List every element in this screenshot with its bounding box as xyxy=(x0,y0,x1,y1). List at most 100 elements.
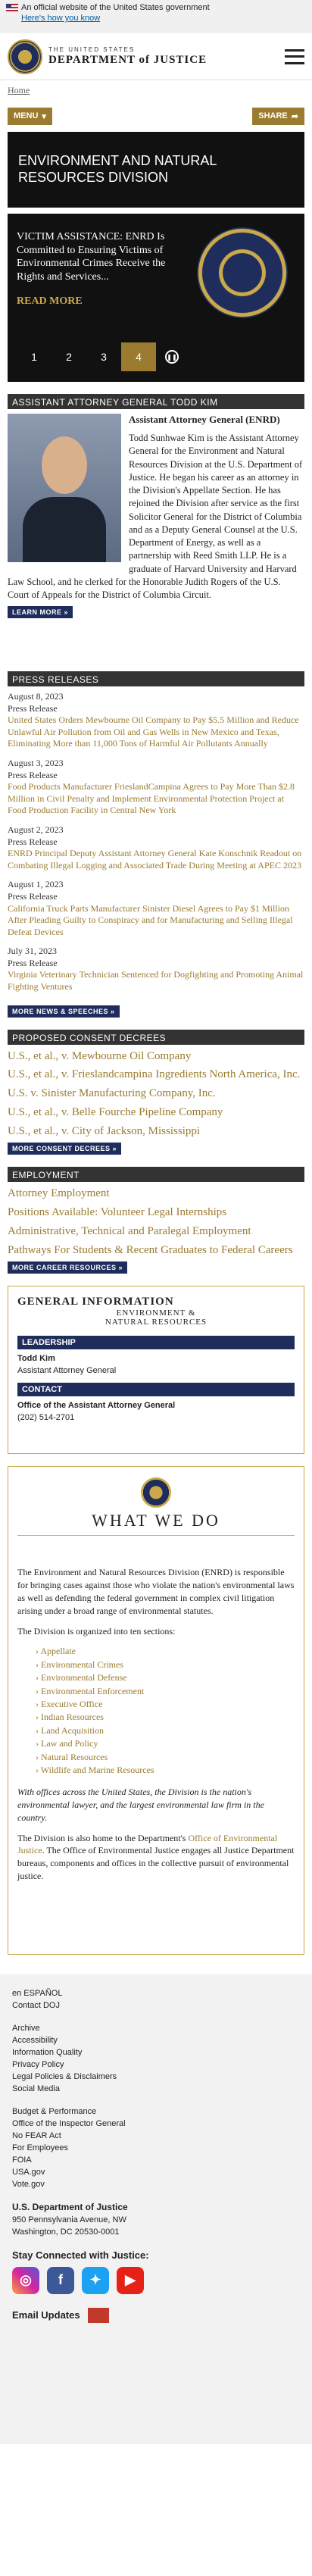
hero-seal-image xyxy=(197,227,288,318)
pager-item[interactable]: 2 xyxy=(51,342,86,371)
press-date: August 3, 2023 xyxy=(8,757,64,768)
what-we-do-p2: The Division is organized into ten secti… xyxy=(17,1625,176,1637)
what-we-do-seal xyxy=(141,1477,171,1508)
footer-link[interactable]: Legal Policies & Disclaimers xyxy=(12,2071,300,2084)
footer-link[interactable]: FOIA xyxy=(12,2155,300,2167)
footer-link[interactable]: For Employees xyxy=(12,2143,300,2155)
hamburger-icon[interactable] xyxy=(285,48,304,64)
footer-link[interactable]: No FEAR Act xyxy=(12,2131,300,2143)
press-item: August 1, 2023 Press Release California Tr… xyxy=(8,879,304,938)
learn-more-button[interactable]: LEARN MORE » xyxy=(8,606,73,619)
stay-connected: Stay Connected with Justice: xyxy=(12,2249,149,2261)
aag-block: Assistant Attorney General (ENRD) Todd S… xyxy=(8,409,304,659)
gov-banner-text: An official website of the United States… xyxy=(21,3,210,12)
section-link[interactable]: Environmental Enforcement xyxy=(41,1686,144,1696)
doj-seal-logo[interactable] xyxy=(8,39,42,74)
share-arrow-icon: ➦ xyxy=(291,111,298,121)
contact-office: Office of the Assistant Attorney General xyxy=(17,1401,176,1411)
read-more-link[interactable]: READ MORE xyxy=(17,295,83,308)
section-link[interactable]: Executive Office xyxy=(41,1699,102,1709)
employment-section-header: EMPLOYMENT xyxy=(8,1167,304,1183)
footer-addr2: Washington, DC 20530-0001 xyxy=(12,2227,120,2237)
more-careers-button[interactable]: MORE CAREER RESOURCES » xyxy=(8,1261,128,1274)
employment-list: Attorney Employment Positions Available:… xyxy=(0,1186,312,1274)
contact-header: CONTACT xyxy=(17,1383,295,1397)
section-link[interactable]: Natural Resources xyxy=(41,1752,108,1762)
press-link[interactable]: Virginia Veterinary Technician Sentenced… xyxy=(8,969,304,993)
press-link[interactable]: United States Orders Mewbourne Oil Compa… xyxy=(8,714,304,750)
press-link[interactable]: ENRD Principal Deputy Assistant Attorney… xyxy=(8,848,304,871)
general-info-title: GENERAL INFORMATION xyxy=(17,1296,174,1308)
footer-link[interactable]: Archive xyxy=(12,2023,300,2035)
section-link[interactable]: Indian Resources xyxy=(41,1712,104,1722)
aag-section-header: ASSISTANT ATTORNEY GENERAL TODD KIM xyxy=(8,394,304,409)
employment-link[interactable]: Administrative, Technical and Paralegal … xyxy=(8,1224,304,1239)
footer-link[interactable]: USA.gov xyxy=(12,2167,300,2179)
youtube-icon[interactable]: ▶ xyxy=(117,2266,144,2294)
more-news-button[interactable]: MORE NEWS & SPEECHES » xyxy=(8,1005,120,1018)
site-footer: en ESPAÑOL Contact DOJ Archive Accessibi… xyxy=(0,1974,312,2445)
employment-link[interactable]: Positions Available: Volunteer Legal Int… xyxy=(8,1205,304,1220)
press-type: Press Release xyxy=(8,769,58,780)
carousel-pager: 1 2 3 4 ❚❚ xyxy=(17,342,179,371)
what-we-do-p4: The Division is also home to the Departm… xyxy=(17,1832,295,1883)
section-link[interactable]: Land Acquisition xyxy=(41,1725,104,1736)
general-info-subtitle: ENVIRONMENT & NATURAL RESOURCES xyxy=(17,1308,295,1327)
chevron-down-icon: ▾ xyxy=(42,111,46,121)
email-updates-label: Email Updates xyxy=(12,2309,80,2321)
instagram-icon[interactable]: ◎ xyxy=(12,2266,39,2294)
general-info-sub2: NATURAL RESOURCES xyxy=(105,1318,207,1327)
footer-link[interactable]: Budget & Performance xyxy=(12,2106,300,2118)
site-header: THE UNITED STATES DEPARTMENT of JUSTICE xyxy=(0,33,312,80)
pager-item-active[interactable]: 4 xyxy=(121,342,156,371)
email-updates-link[interactable]: Email Updates xyxy=(12,2307,300,2323)
pause-icon[interactable]: ❚❚ xyxy=(165,350,179,364)
footer-group-2: Archive Accessibility Information Qualit… xyxy=(12,2023,300,2096)
footer-link[interactable]: Contact DOJ xyxy=(12,2000,300,2012)
page-title: ENVIRONMENT AND NATURAL RESOURCES DIVISI… xyxy=(8,132,304,208)
what-we-do-box: WHAT WE DO The Environment and Natural R… xyxy=(8,1466,304,1955)
section-link[interactable]: Environmental Defense xyxy=(41,1672,127,1683)
decree-link[interactable]: U.S., et al., v. City of Jackson, Missis… xyxy=(8,1124,304,1139)
employment-link[interactable]: Pathways For Students & Recent Graduates… xyxy=(8,1243,304,1258)
employment-link[interactable]: Attorney Employment xyxy=(8,1186,304,1201)
footer-link[interactable]: Vote.gov xyxy=(12,2179,300,2191)
us-flag-icon xyxy=(6,4,18,12)
hero-text[interactable]: VICTIM ASSISTANCE: ENRD Is Committed to … xyxy=(17,230,183,283)
press-link[interactable]: California Truck Parts Manufacturer Sini… xyxy=(8,903,304,939)
section-link[interactable]: Appellate xyxy=(40,1646,76,1656)
decree-link[interactable]: U.S. v. Sinister Manufacturing Company, … xyxy=(8,1086,304,1101)
share-button[interactable]: SHARE ➦ xyxy=(252,107,304,125)
hero-carousel: VICTIM ASSISTANCE: ENRD Is Committed to … xyxy=(8,214,304,382)
footer-link[interactable]: Accessibility xyxy=(12,2035,300,2047)
footer-link[interactable]: en ESPAÑOL xyxy=(12,1988,300,2000)
section-link[interactable]: Law and Policy xyxy=(41,1738,98,1749)
breadcrumb: Home xyxy=(0,80,312,100)
section-link[interactable]: Wildlife and Marine Resources xyxy=(41,1765,154,1775)
decree-link[interactable]: U.S., et al., v. Frieslandcampina Ingred… xyxy=(8,1068,304,1082)
footer-link[interactable]: Office of the Inspector General xyxy=(12,2118,300,2131)
press-date: August 1, 2023 xyxy=(8,879,64,890)
footer-link[interactable]: Social Media xyxy=(12,2084,300,2096)
decree-link[interactable]: U.S., et al., v. Mewbourne Oil Company xyxy=(8,1049,304,1064)
general-info-box: GENERAL INFORMATION ENVIRONMENT & NATURAL… xyxy=(8,1286,304,1455)
pager-item[interactable]: 3 xyxy=(86,342,121,371)
footer-link[interactable]: Information Quality xyxy=(12,2047,300,2059)
footer-link[interactable]: Privacy Policy xyxy=(12,2059,300,2071)
pager-item[interactable]: 1 xyxy=(17,342,51,371)
section-link[interactable]: Environmental Crimes xyxy=(41,1659,123,1670)
brand[interactable]: THE UNITED STATES DEPARTMENT of JUSTICE xyxy=(48,46,285,66)
decree-link[interactable]: U.S., et al., v. Belle Fourche Pipeline … xyxy=(8,1105,304,1120)
press-type: Press Release xyxy=(8,890,58,902)
more-decrees-button[interactable]: MORE CONSENT DECREES » xyxy=(8,1143,122,1155)
sections-list: Appellate Environmental Crimes Environme… xyxy=(36,1645,295,1777)
heres-how-link[interactable]: Here's how you know xyxy=(21,14,306,23)
twitter-icon[interactable]: ✦ xyxy=(82,2266,109,2294)
press-item: July 31, 2023 Press Release Virginia Veter… xyxy=(8,946,304,993)
breadcrumb-home[interactable]: Home xyxy=(8,85,30,95)
menu-button[interactable]: MENU ▾ xyxy=(8,107,52,125)
press-type: Press Release xyxy=(8,957,58,968)
press-link[interactable]: Food Products Manufacturer FrieslandCamp… xyxy=(8,781,304,817)
facebook-icon[interactable]: f xyxy=(47,2266,74,2294)
footer-address: U.S. Department of Justice 950 Pennsylva… xyxy=(12,2201,300,2238)
